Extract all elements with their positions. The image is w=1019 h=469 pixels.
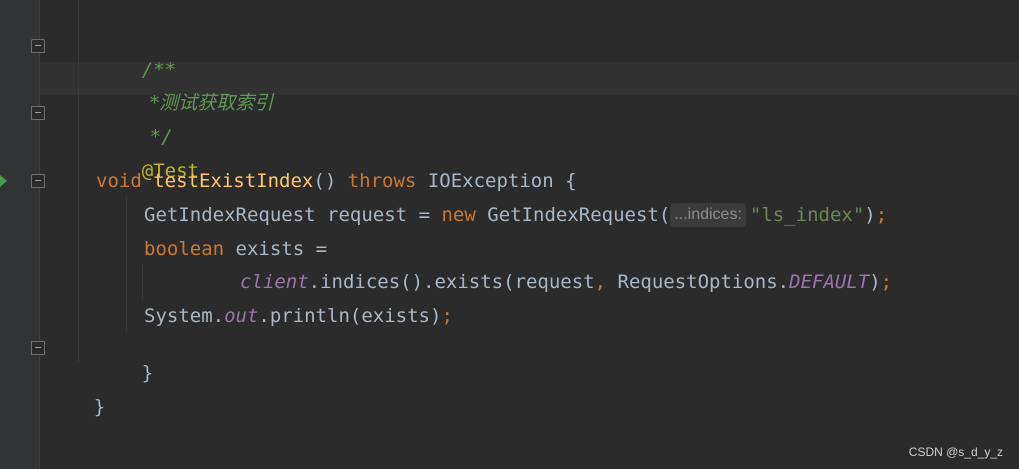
new-keyword: new <box>441 204 476 226</box>
fold-marker-icon[interactable] <box>31 106 45 120</box>
semicolon: ; <box>441 305 453 327</box>
indent-guide <box>142 264 143 300</box>
constructor-call: GetIndexRequest( <box>487 204 671 226</box>
client-field: client <box>240 271 309 293</box>
out-field: out <box>224 305 259 327</box>
system-class: System. <box>144 305 225 327</box>
void-keyword: void <box>96 170 142 192</box>
semicolon: ; <box>880 271 893 293</box>
comma: , <box>594 271 607 293</box>
request-type: GetIndexRequest <box>144 204 316 226</box>
run-gutter-icon[interactable] <box>0 175 7 187</box>
parameter-hint: ...indices: <box>670 203 746 227</box>
method-params: () <box>313 170 337 192</box>
throws-keyword: throws <box>347 170 417 192</box>
close-paren: ) <box>869 271 881 293</box>
default-constant: DEFAULT <box>789 271 870 293</box>
code-line[interactable]: } <box>96 337 153 384</box>
code-line[interactable]: */ <box>104 101 173 148</box>
boolean-keyword: boolean <box>144 238 225 260</box>
code-line[interactable]: void testExistIndex() throws IOException… <box>96 169 577 193</box>
method-open-brace: { <box>565 170 577 192</box>
code-line[interactable]: boolean exists = <box>144 237 327 261</box>
request-options-class: RequestOptions. <box>617 271 790 293</box>
fold-marker-icon[interactable] <box>31 341 45 355</box>
exists-call: .indices().exists(request <box>308 271 595 293</box>
close-paren: ) <box>864 204 876 226</box>
indent-guide <box>78 0 79 362</box>
code-line[interactable]: /** <box>96 34 176 81</box>
exists-declaration: exists = <box>235 238 328 260</box>
code-line[interactable]: } <box>48 371 105 418</box>
code-line[interactable]: client.indices().exists(request, Request… <box>240 270 892 294</box>
exception-type: IOException <box>427 170 554 192</box>
code-line[interactable]: *测试获取索引 <box>104 67 274 114</box>
code-editor[interactable]: /** *测试获取索引 */ @Test void testExistIndex… <box>0 0 1019 469</box>
method-name: testExistIndex <box>153 170 314 192</box>
editor-gutter[interactable] <box>0 0 40 469</box>
semicolon: ; <box>875 204 888 226</box>
println-call: .println(exists) <box>258 305 442 327</box>
request-variable: request <box>327 204 408 226</box>
watermark: CSDN @s_d_y_z <box>908 445 1003 459</box>
fold-marker-icon[interactable] <box>31 39 45 53</box>
code-line[interactable]: @Test <box>96 135 199 182</box>
code-line[interactable]: GetIndexRequest request = new GetIndexRe… <box>144 203 887 227</box>
method-close-brace: } <box>141 362 154 384</box>
code-line[interactable]: System.out.println(exists); <box>144 304 453 328</box>
index-name-string: "ls_index" <box>749 204 865 226</box>
fold-marker-icon[interactable] <box>31 174 45 188</box>
assign-operator: = <box>418 204 431 226</box>
indent-guide <box>126 196 127 332</box>
class-close-brace: } <box>93 396 106 418</box>
